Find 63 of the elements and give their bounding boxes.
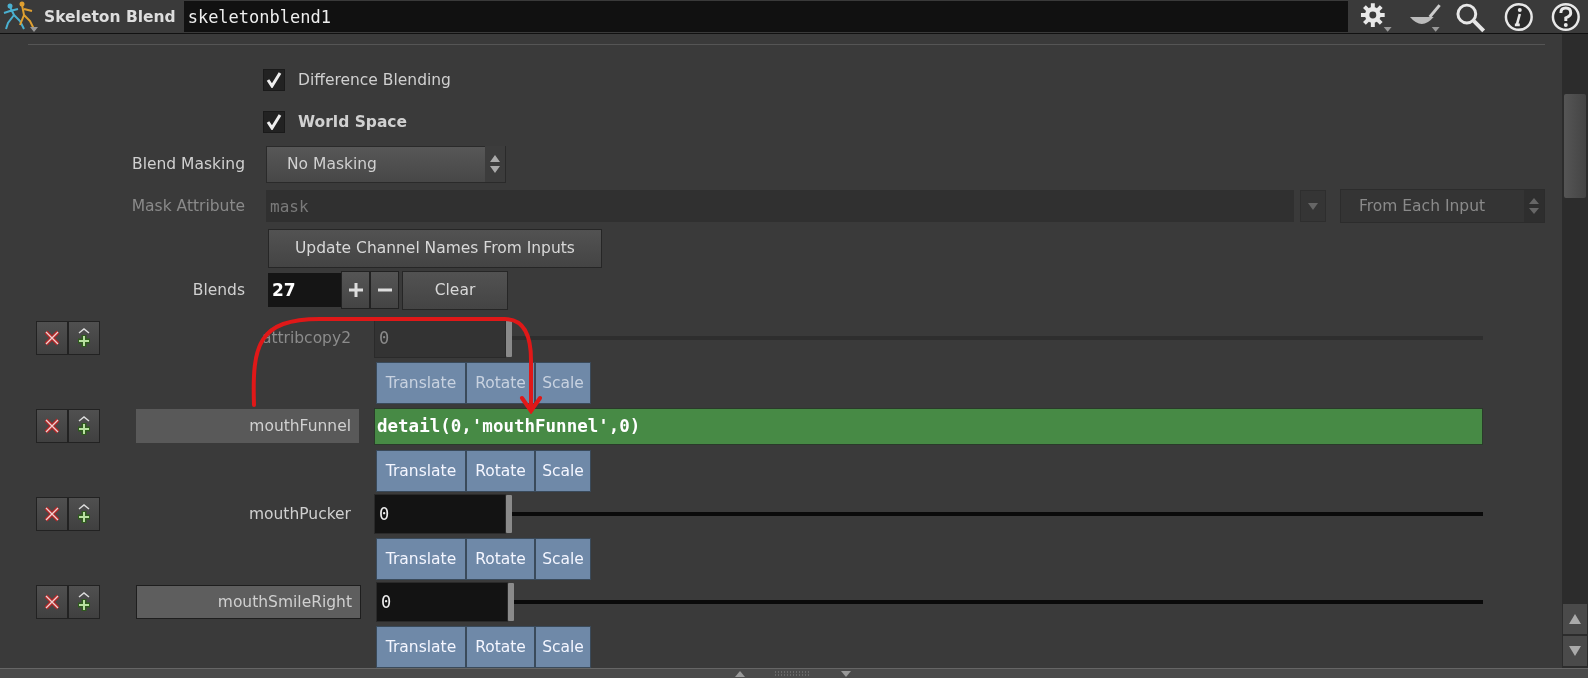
remove-button[interactable]	[36, 321, 68, 355]
parameter-label: Mask Attribute	[130, 197, 245, 215]
value-field[interactable]: 0	[376, 582, 508, 622]
checkbox[interactable]	[263, 111, 285, 133]
scroll-up-icon[interactable]	[1563, 604, 1587, 634]
insert-icon	[76, 592, 92, 612]
channel-name-field[interactable]: mouthSmileRight	[136, 585, 361, 619]
transform-toggle[interactable]: Rotate	[466, 626, 535, 668]
scroll-down-icon[interactable]	[1563, 636, 1587, 666]
node-name-field[interactable]: skeletonblend1	[183, 1, 1348, 32]
remove-button[interactable]	[36, 585, 68, 619]
scrollbar-thumb[interactable]	[1564, 94, 1586, 198]
transform-toggle[interactable]: Translate	[376, 626, 466, 668]
update-button[interactable]: Update Channel Names From Inputs	[268, 228, 602, 268]
settings-icon[interactable]	[1358, 0, 1394, 33]
insert-icon	[76, 328, 92, 348]
transform-toggle[interactable]: Scale	[535, 538, 591, 580]
insert-icon	[76, 416, 92, 436]
up-down-arrows-icon	[1524, 190, 1544, 222]
checkbox-label: World Space	[298, 113, 408, 131]
up-arrow-icon[interactable]	[735, 671, 745, 677]
count-field[interactable]: 27	[268, 273, 341, 307]
dropdown-arrow-icon	[1308, 202, 1318, 210]
insert-button[interactable]	[68, 585, 100, 619]
slider-handle[interactable]	[506, 495, 512, 533]
checkbox[interactable]	[263, 69, 285, 91]
dropdown[interactable]: No Masking	[266, 145, 506, 183]
slider-handle[interactable]	[508, 583, 514, 621]
transform-toggle[interactable]: Rotate	[466, 450, 535, 492]
parameter-label: mouthPucker	[247, 504, 352, 525]
insert-button[interactable]	[68, 409, 100, 443]
transform-toggle[interactable]: Scale	[535, 626, 591, 668]
insert-button[interactable]	[68, 497, 100, 531]
close-icon	[44, 594, 60, 610]
clear-button[interactable]: Clear	[402, 270, 508, 310]
transform-toggle[interactable]: Scale	[535, 450, 591, 492]
grip-icon[interactable]	[775, 671, 811, 677]
up-down-arrows-icon	[485, 146, 505, 182]
remove-button[interactable]	[36, 409, 68, 443]
channel-name-field[interactable]: mouthFunnel	[136, 409, 359, 443]
close-icon	[44, 330, 60, 346]
expression-field[interactable]: detail(0,'mouthFunnel',0)	[374, 407, 1483, 445]
value-field[interactable]: 0	[374, 494, 506, 534]
parameter-label: Blends	[191, 281, 245, 299]
transform-toggle[interactable]: Translate	[376, 450, 466, 492]
add-button[interactable]	[341, 271, 370, 309]
check-icon	[266, 72, 282, 88]
remove-button[interactable]	[36, 497, 68, 531]
dropdown-button[interactable]	[1300, 190, 1326, 222]
insert-icon	[76, 504, 92, 524]
close-icon	[44, 506, 60, 522]
transform-toggle[interactable]: Rotate	[466, 538, 535, 580]
close-icon	[44, 418, 60, 434]
transform-toggle[interactable]: Translate	[376, 538, 466, 580]
node-type-label: Skeleton Blend	[44, 7, 176, 26]
plus-icon	[348, 283, 363, 297]
parameter-label: Blend Masking	[131, 155, 245, 173]
remove-button[interactable]	[370, 271, 399, 309]
scrollbar[interactable]	[1562, 34, 1588, 668]
check-icon	[266, 114, 282, 130]
insert-button[interactable]	[68, 321, 100, 355]
checkbox-label: Difference Blending	[298, 71, 451, 89]
down-arrow-icon[interactable]	[841, 671, 851, 677]
